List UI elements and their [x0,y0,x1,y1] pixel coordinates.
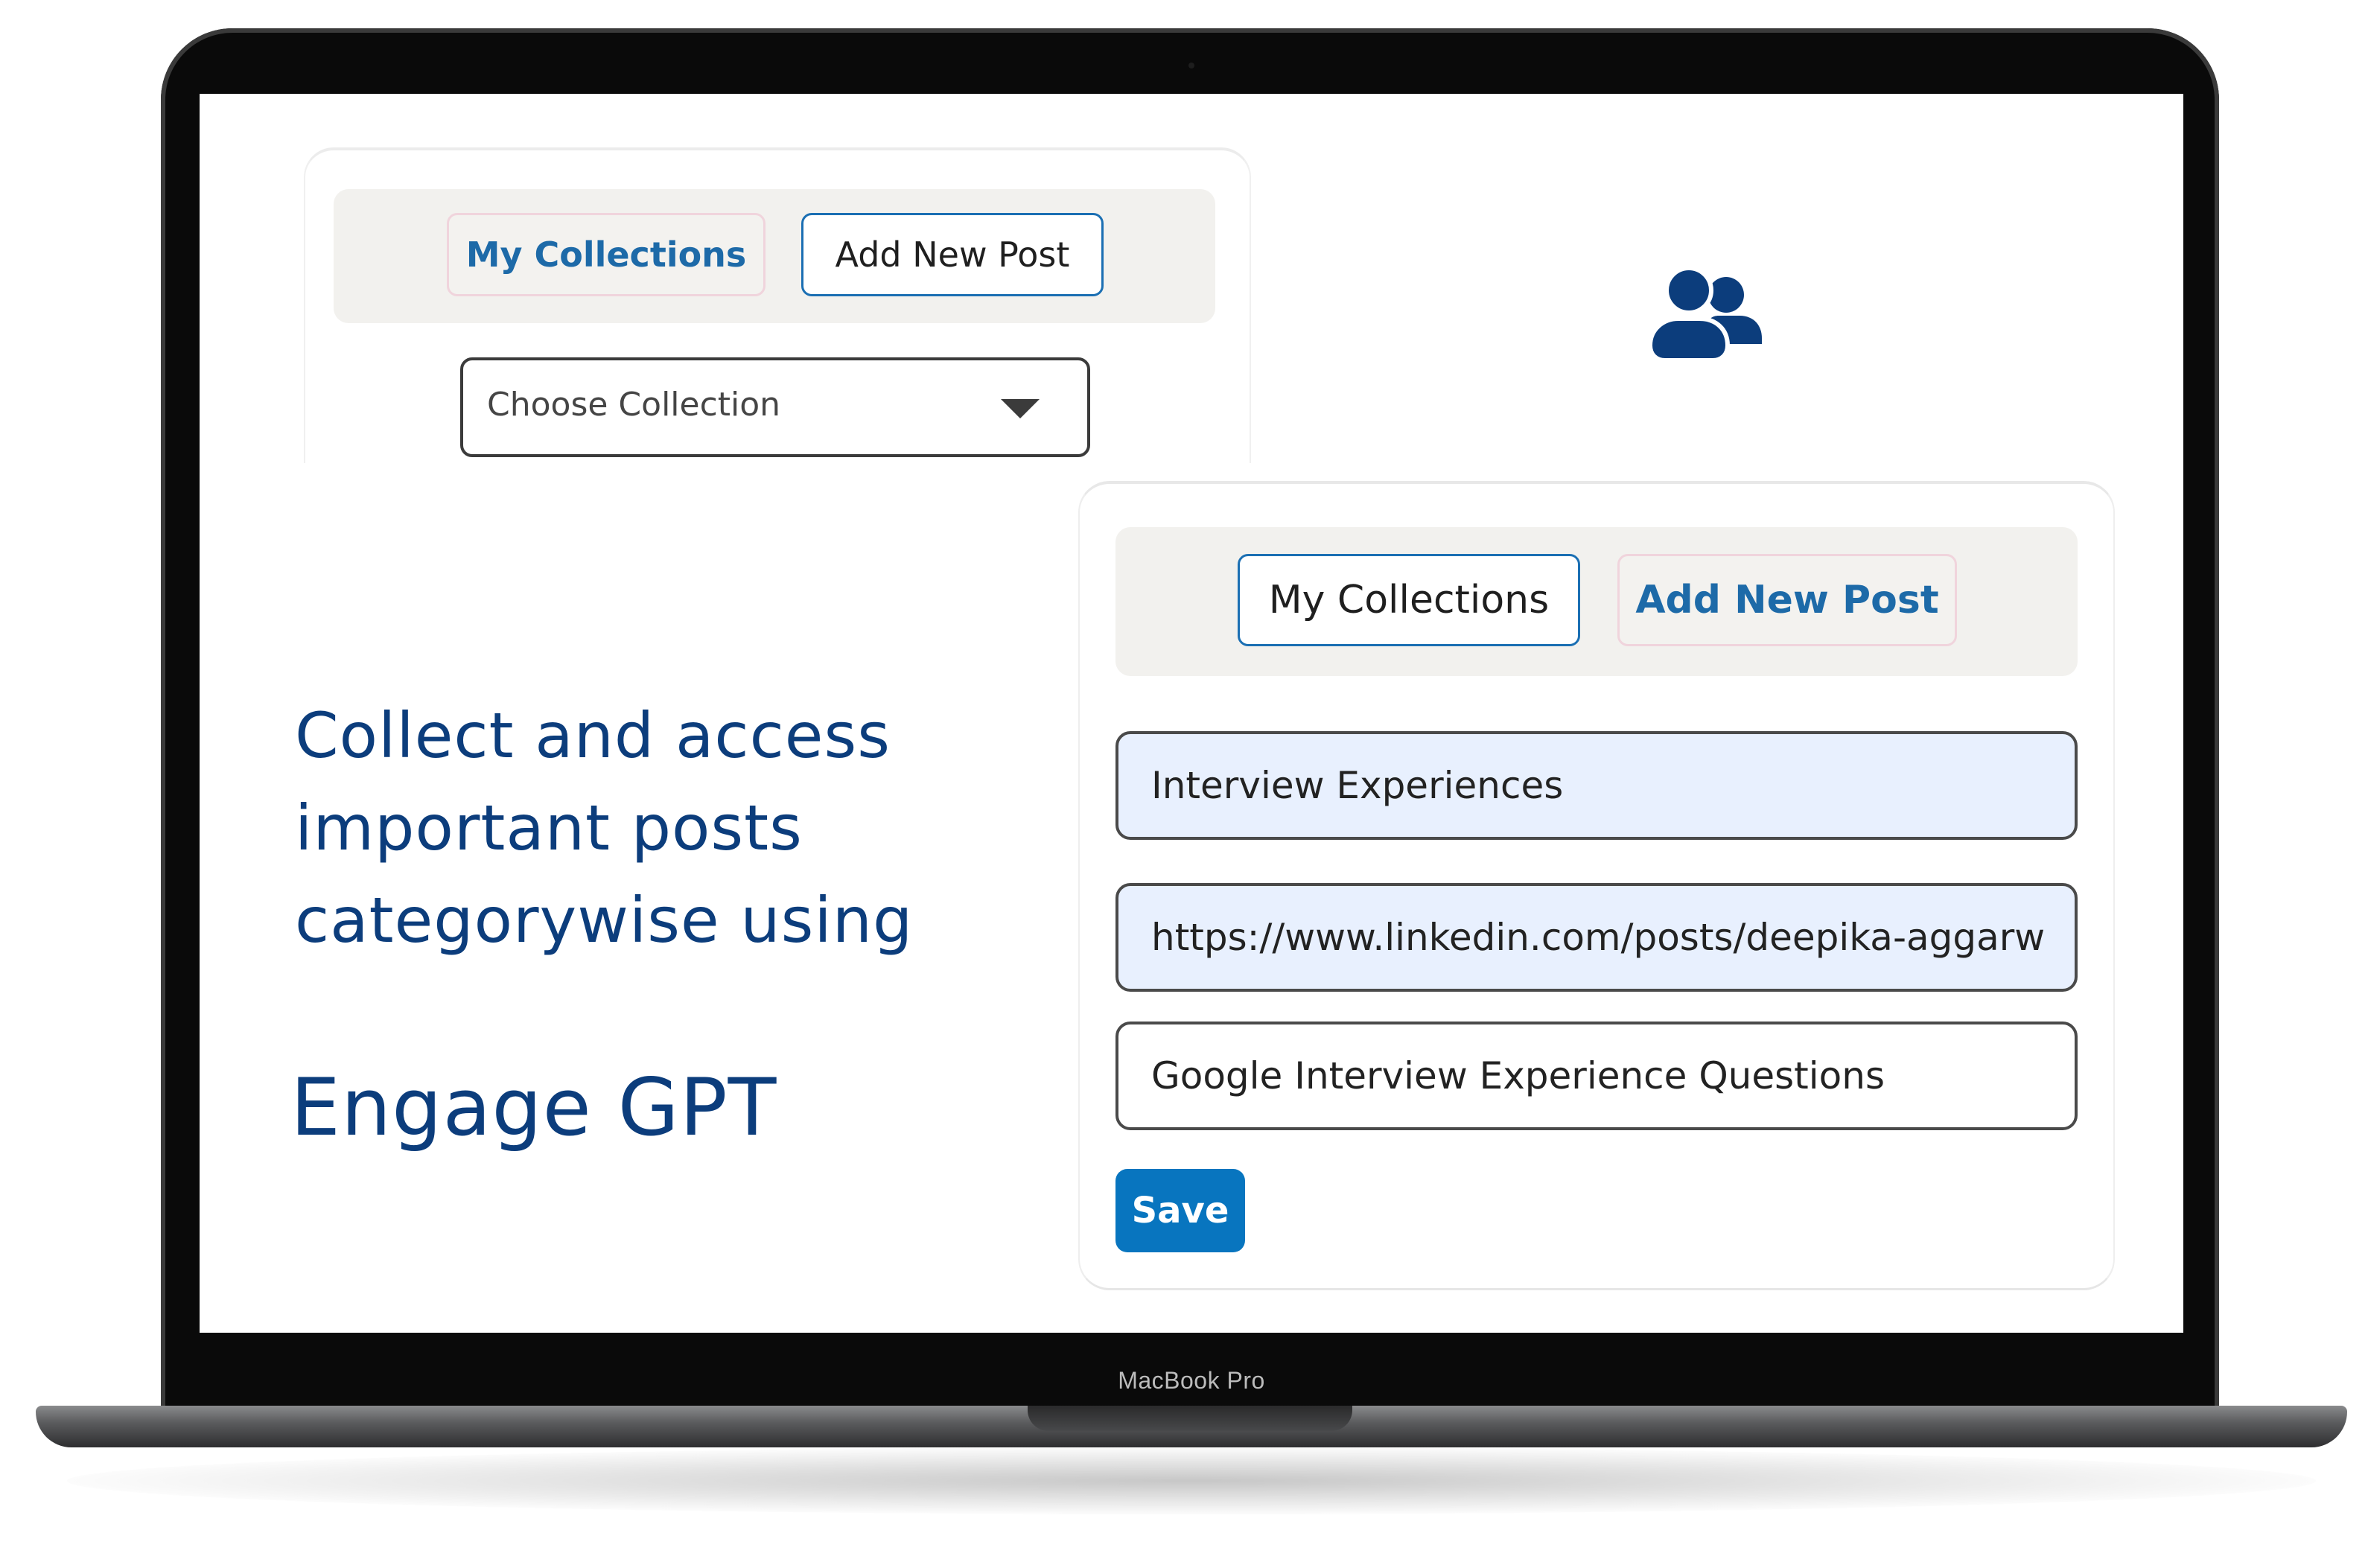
tab-add-new-post[interactable]: Add New Post [1617,554,1957,646]
device-model-label: MacBook Pro [1118,1367,1265,1394]
laptop-notch [1028,1406,1352,1431]
post-url-field[interactable] [1115,883,2078,992]
choose-collection-select[interactable]: Choose Collection [460,357,1090,457]
tab-my-collections[interactable]: My Collections [1238,554,1580,646]
save-button[interactable]: Save [1115,1169,1245,1252]
select-value: Choose Collection [487,386,781,424]
caret-down-icon [1001,399,1040,418]
laptop-screen: My Collections Add New Post Choose Colle… [200,94,2183,1333]
tab-my-collections[interactable]: My Collections [447,213,766,296]
headline: Collect and access important posts categ… [295,699,914,957]
laptop-shadow [67,1447,2316,1514]
camera-icon [1188,63,1194,68]
tab-add-new-post[interactable]: Add New Post [801,213,1104,296]
collection-name-field[interactable] [1115,731,2078,840]
users-icon [1647,267,1762,363]
post-title-field[interactable] [1115,1022,2078,1130]
brand-name: Engage GPT [290,1062,777,1153]
